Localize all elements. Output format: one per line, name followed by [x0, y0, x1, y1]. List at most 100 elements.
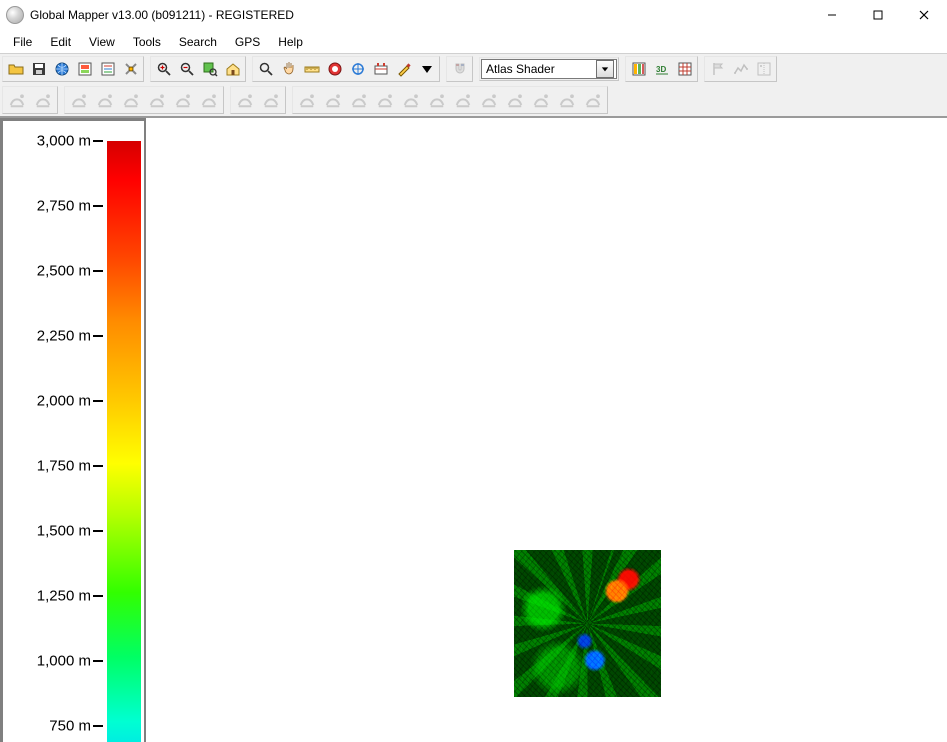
- shape-d11: [554, 88, 580, 112]
- shape-b5: [170, 88, 196, 112]
- minimize-button[interactable]: [809, 0, 855, 30]
- elevation-legend: 3,000 m 2,750 m 2,500 m 2,250 m 2,000 m 1,750…: [9, 131, 138, 742]
- toolbar-group-zoom: [150, 56, 246, 82]
- close-button[interactable]: [901, 0, 947, 30]
- shape-d7: [450, 88, 476, 112]
- maximize-button[interactable]: [855, 0, 901, 30]
- grid-icon[interactable]: [673, 58, 696, 80]
- toolbar-group-3d: 3D: [625, 56, 698, 82]
- shape-d9: [502, 88, 528, 112]
- down-triangle-icon[interactable]: [415, 58, 438, 80]
- menu-help[interactable]: Help: [269, 33, 312, 51]
- pan-icon[interactable]: [277, 58, 300, 80]
- legend-toggle-icon[interactable]: [627, 58, 650, 80]
- svg-text:3D: 3D: [656, 65, 666, 74]
- toolbar-group-file: [2, 56, 144, 82]
- terrain-preview: [514, 550, 661, 697]
- menu-bar: File Edit View Tools Search GPS Help: [0, 31, 947, 54]
- toolbar2-group-d: [292, 86, 608, 114]
- toolbar2-group-c: [230, 86, 286, 114]
- toolbar2-group-b: [64, 86, 224, 114]
- menu-view[interactable]: View: [80, 33, 124, 51]
- legend-tick-label: 2,250 m: [9, 328, 91, 345]
- shape-d4: [372, 88, 398, 112]
- menu-search[interactable]: Search: [170, 33, 226, 51]
- window-title: Global Mapper v13.00 (b091211) - REGISTE…: [30, 8, 294, 22]
- toolbar-group-tools: [252, 56, 440, 82]
- toolbar-row-2: [0, 84, 947, 116]
- menu-edit[interactable]: Edit: [41, 33, 80, 51]
- legend-tick-mark: [93, 205, 103, 207]
- legend-tick-mark: [93, 530, 103, 532]
- shape-c2: [258, 88, 284, 112]
- save-icon[interactable]: [27, 58, 50, 80]
- shader-selected-label: Atlas Shader: [486, 62, 596, 76]
- shape-a2: [30, 88, 56, 112]
- feature-info-icon[interactable]: [323, 58, 346, 80]
- chevron-down-icon[interactable]: [596, 60, 614, 78]
- legend-tick-mark: [93, 400, 103, 402]
- shape-d2: [320, 88, 346, 112]
- shape-d5: [398, 88, 424, 112]
- legend-tick-mark: [93, 660, 103, 662]
- menu-file[interactable]: File: [4, 33, 41, 51]
- legend-tick-mark: [93, 140, 103, 142]
- menu-gps[interactable]: GPS: [226, 33, 269, 51]
- coordinate-icon[interactable]: [369, 58, 392, 80]
- zoom-selection-icon[interactable]: [198, 58, 221, 80]
- configure-icon[interactable]: [119, 58, 142, 80]
- 3d-view-icon[interactable]: 3D: [650, 58, 673, 80]
- open-icon[interactable]: [4, 58, 27, 80]
- shape-b4: [144, 88, 170, 112]
- elevation-color-bar: [107, 141, 141, 742]
- shape-b1: [66, 88, 92, 112]
- legend-tick-label: 750 m: [9, 718, 91, 735]
- shape-b6: [196, 88, 222, 112]
- shape-c1: [232, 88, 258, 112]
- globe-icon[interactable]: [50, 58, 73, 80]
- measure-icon[interactable]: [300, 58, 323, 80]
- legend-tick-mark: [93, 595, 103, 597]
- app-globe-icon: [6, 6, 24, 24]
- home-view-icon[interactable]: [221, 58, 244, 80]
- legend-tick-label: 2,500 m: [9, 263, 91, 280]
- shape-b3: [118, 88, 144, 112]
- shape-d6: [424, 88, 450, 112]
- print-layout-icon[interactable]: [73, 58, 96, 80]
- digitizer-icon[interactable]: [392, 58, 415, 80]
- layer-options-icon[interactable]: [96, 58, 119, 80]
- flag-icon: [706, 58, 729, 80]
- shape-d1: [294, 88, 320, 112]
- toolbar-group-magnet: [446, 56, 473, 82]
- map-workspace[interactable]: 3,000 m 2,750 m 2,500 m 2,250 m 2,000 m 1,750…: [0, 118, 947, 742]
- legend-tick-label: 3,000 m: [9, 133, 91, 150]
- shape-d8: [476, 88, 502, 112]
- legend-tick-label: 2,000 m: [9, 393, 91, 410]
- toolbar-group-nav: [704, 56, 777, 82]
- toolbar2-group-a: [2, 86, 58, 114]
- toolbar-row-1: Atlas Shader 3D: [0, 54, 947, 84]
- zoom-in-icon[interactable]: [152, 58, 175, 80]
- legend-tick-label: 1,000 m: [9, 653, 91, 670]
- magnet-icon: [448, 58, 471, 80]
- toolbar-area: Atlas Shader 3D: [0, 54, 947, 118]
- draw-icon[interactable]: [346, 58, 369, 80]
- image-swipe-icon: [752, 58, 775, 80]
- legend-tick-label: 1,250 m: [9, 588, 91, 605]
- zoom-out-icon[interactable]: [175, 58, 198, 80]
- shader-select[interactable]: Atlas Shader: [481, 59, 617, 79]
- legend-tick-label: 2,750 m: [9, 198, 91, 215]
- shape-d12: [580, 88, 606, 112]
- legend-tick-label: 1,750 m: [9, 458, 91, 475]
- select-icon[interactable]: [254, 58, 277, 80]
- legend-tick-label: 1,500 m: [9, 523, 91, 540]
- menu-tools[interactable]: Tools: [124, 33, 170, 51]
- elevation-legend-panel: 3,000 m 2,750 m 2,500 m 2,250 m 2,000 m 1,750…: [0, 118, 146, 742]
- toolbar-group-shader: Atlas Shader: [479, 57, 619, 81]
- legend-tick-mark: [93, 465, 103, 467]
- shape-d3: [346, 88, 372, 112]
- legend-tick-mark: [93, 725, 103, 727]
- shape-a1: [4, 88, 30, 112]
- path-profile-icon: [729, 58, 752, 80]
- shape-b2: [92, 88, 118, 112]
